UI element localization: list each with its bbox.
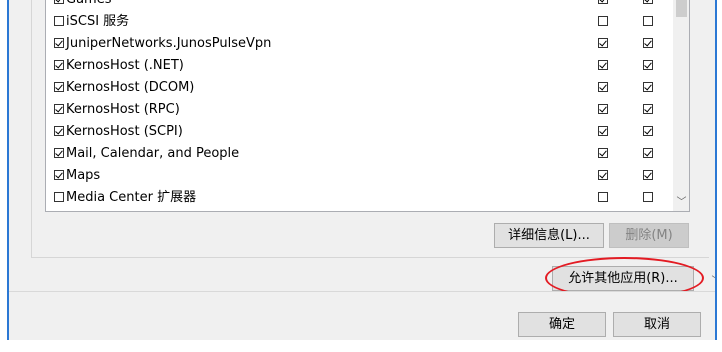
list-item[interactable]: KernosHost (.NET) <box>46 55 673 77</box>
list-item[interactable]: Games <box>46 0 673 11</box>
app-name-label: KernosHost (RPC) <box>66 102 180 117</box>
list-item[interactable]: KernosHost (RPC) <box>46 99 673 121</box>
allowed-apps-list[interactable]: Games iSCSI 服务 JuniperNetworks.JunosPulseV… <box>45 0 690 212</box>
app-enable-checkbox[interactable] <box>54 16 64 26</box>
list-scroll-down-icon[interactable]: ﹀ <box>673 194 689 211</box>
public-network-checkbox[interactable] <box>643 60 653 70</box>
window-bottom-edge <box>0 340 722 352</box>
private-network-checkbox[interactable] <box>598 0 608 4</box>
public-network-checkbox[interactable] <box>643 0 653 4</box>
app-enable-checkbox[interactable] <box>54 126 64 136</box>
list-item[interactable]: Mail, Calendar, and People <box>46 143 673 165</box>
firewall-allowed-apps-window: Games iSCSI 服务 JuniperNetworks.JunosPulseV… <box>0 0 722 352</box>
dialog-footer: 确定 取消 <box>9 291 715 340</box>
public-network-checkbox[interactable] <box>643 126 653 136</box>
remove-button[interactable]: 删除(M) <box>609 223 689 248</box>
app-name-label: JuniperNetworks.JunosPulseVpn <box>66 36 272 51</box>
allow-other-app-button[interactable]: 允许其他应用(R)... <box>552 266 694 291</box>
app-name-label: Mail, Calendar, and People <box>66 146 240 161</box>
private-network-checkbox[interactable] <box>598 82 608 92</box>
app-name-label: KernosHost (DCOM) <box>66 80 195 95</box>
window-frame-left <box>0 0 9 340</box>
app-name-label: iSCSI 服务 <box>66 14 130 29</box>
private-network-checkbox[interactable] <box>598 16 608 26</box>
public-network-checkbox[interactable] <box>643 16 653 26</box>
app-enable-checkbox[interactable] <box>54 38 64 48</box>
app-name-label: KernosHost (SCPI) <box>66 124 183 139</box>
app-name-label: Media Center 扩展器 <box>66 190 197 205</box>
app-name-label: KernosHost (.NET) <box>66 58 184 73</box>
public-network-checkbox[interactable] <box>643 148 653 158</box>
window-frame-right <box>715 0 722 352</box>
private-network-checkbox[interactable] <box>598 170 608 180</box>
private-network-checkbox[interactable] <box>598 126 608 136</box>
app-enable-checkbox[interactable] <box>54 82 64 92</box>
list-item[interactable]: Media Center 扩展器 <box>46 187 673 209</box>
public-network-checkbox[interactable] <box>643 170 653 180</box>
public-network-checkbox[interactable] <box>643 104 653 114</box>
list-item[interactable]: KernosHost (SCPI) <box>46 121 673 143</box>
public-network-checkbox[interactable] <box>643 82 653 92</box>
list-item[interactable]: JuniperNetworks.JunosPulseVpn <box>46 33 673 55</box>
public-network-checkbox[interactable] <box>643 38 653 48</box>
app-enable-checkbox[interactable] <box>54 60 64 70</box>
app-enable-checkbox[interactable] <box>54 0 64 4</box>
app-enable-checkbox[interactable] <box>54 170 64 180</box>
list-scrollbar[interactable]: ﹀ <box>673 0 689 211</box>
public-network-checkbox[interactable] <box>643 192 653 202</box>
app-enable-checkbox[interactable] <box>54 192 64 202</box>
private-network-checkbox[interactable] <box>598 38 608 48</box>
private-network-checkbox[interactable] <box>598 60 608 70</box>
private-network-checkbox[interactable] <box>598 104 608 114</box>
cancel-button[interactable]: 取消 <box>613 312 701 337</box>
ok-button[interactable]: 确定 <box>518 312 606 337</box>
list-item[interactable]: KernosHost (DCOM) <box>46 77 673 99</box>
list-scroll-thumb[interactable] <box>676 0 687 17</box>
details-button[interactable]: 详细信息(L)... <box>494 223 604 248</box>
private-network-checkbox[interactable] <box>598 148 608 158</box>
app-name-label: Maps <box>66 168 101 183</box>
client-area: Games iSCSI 服务 JuniperNetworks.JunosPulseV… <box>9 0 722 299</box>
app-enable-checkbox[interactable] <box>54 104 64 114</box>
app-name-label: Games <box>66 0 111 11</box>
private-network-checkbox[interactable] <box>598 192 608 202</box>
list-item[interactable]: Maps <box>46 165 673 187</box>
app-enable-checkbox[interactable] <box>54 148 64 158</box>
list-item[interactable]: iSCSI 服务 <box>46 11 673 33</box>
